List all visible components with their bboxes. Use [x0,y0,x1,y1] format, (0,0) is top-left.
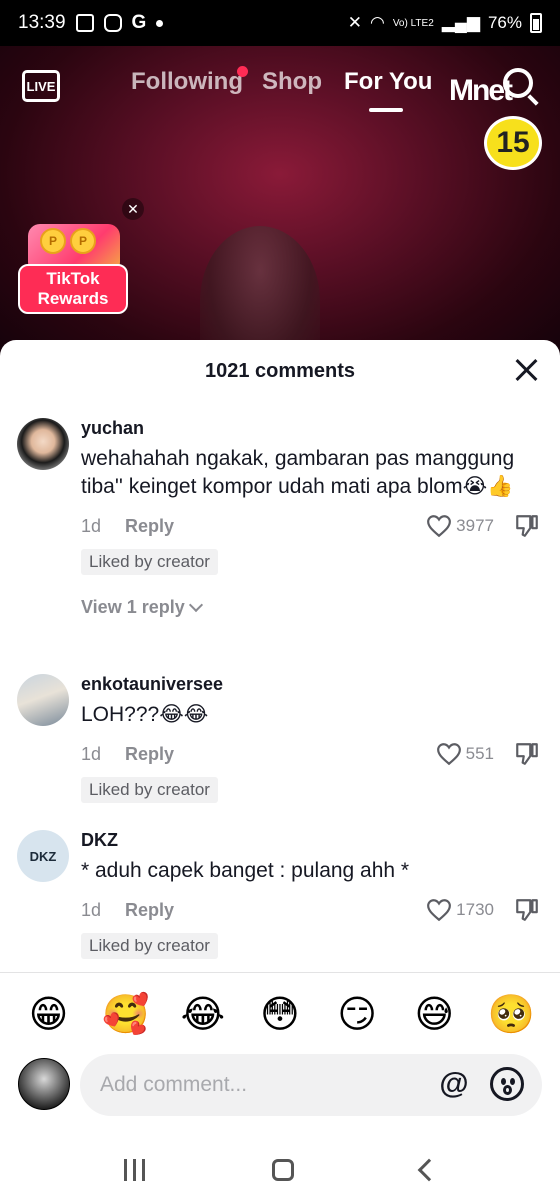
emoji-mouth [503,1085,512,1095]
battery-label: 76% [487,13,522,32]
quick-emoji-row: 😁 🥰 😂 😳 😏 😅 🥺 [0,990,560,1040]
emoji-eye [510,1078,515,1085]
close-rewards-icon[interactable]: ✕ [122,198,144,220]
comment-body: yuchan wehahahah ngakak, gambaran pas ma… [81,418,540,618]
instagram-icon [103,14,122,32]
like-count: 551 [465,744,494,763]
tab-shop[interactable]: Shop [262,68,322,96]
emoji-button[interactable]: 😂 [176,990,230,1040]
comment-time: 1d [81,743,102,764]
avatar[interactable] [17,418,69,470]
network-label: Vo) LTE2 [392,17,434,29]
status-time: 13:39 [18,12,66,33]
close-icon[interactable] [514,358,538,382]
comment-username[interactable]: yuchan [81,418,540,439]
google-icon: G [131,12,147,33]
emoji-button[interactable]: 🥰 [99,990,153,1040]
status-left: 13:39 G [18,12,164,34]
my-avatar [18,1058,70,1110]
like-count: 1730 [456,900,494,919]
comment-text: LOH???😂😂 [81,703,209,726]
coin-icon: P [70,228,96,254]
heart-icon [427,515,452,538]
heart-icon [427,899,452,922]
emoji-picker-icon[interactable] [490,1067,524,1101]
emoji-button[interactable]: 🥺 [484,990,538,1040]
emoji-button[interactable]: 😏 [330,990,384,1040]
comment-input-row: @ [0,1052,560,1122]
comment-time: 1d [81,515,102,536]
channel-logo: Mnet [449,74,513,107]
comment-username[interactable]: enkotauniversee [81,674,540,695]
comment-meta: 1d Reply 3977 [81,513,540,539]
rewards-label: TikTok Rewards [18,264,128,314]
comments-sheet: 1021 comments yuchan wehahahah ngakak, g… [0,340,560,1200]
comment-meta: 1d Reply 551 [81,741,540,767]
comment-body: enkotauniversee LOH???😂😂 1d Reply 551 Li… [81,674,540,803]
avatar[interactable]: DKZ [17,830,69,882]
comment-text: wehahahah ngakak, gambaran pas manggung … [81,447,515,498]
dislike-icon[interactable] [514,741,540,767]
video-player[interactable]: LIVE Following Shop For You Mnet 15 P P … [0,46,560,376]
tab-for-you[interactable]: For You [344,68,432,96]
emoji-button[interactable]: 😳 [253,990,307,1040]
avatar[interactable] [17,674,69,726]
system-nav-bar [0,1140,560,1200]
comment-meta: 1d Reply 1730 [81,897,540,923]
back-icon[interactable] [417,1158,440,1182]
reply-button[interactable]: Reply [125,744,174,765]
liked-by-creator-badge: Liked by creator [81,777,218,803]
heart-icon [436,743,461,766]
liked-by-creator-badge: Liked by creator [81,933,218,959]
reply-button[interactable]: Reply [125,516,174,537]
battery-icon [530,13,542,33]
mention-icon[interactable]: @ [436,1066,472,1102]
sheet-header: 1021 comments [0,340,560,402]
comment-time: 1d [81,899,102,920]
age-rating-badge: 15 [484,116,542,170]
following-notification-dot [237,66,248,77]
tab-following[interactable]: Following [131,68,243,96]
liked-by-creator-badge: Liked by creator [81,549,218,575]
tiktok-rewards-widget[interactable]: P P TikTok Rewards ✕ [18,198,144,314]
emoji-button[interactable]: 😁 [22,990,76,1040]
notification-dot-icon [156,19,164,27]
emoji-eye [501,1078,506,1085]
chevron-down-icon [188,597,203,613]
active-tab-indicator [369,108,403,112]
wifi-icon: ◠ [369,13,385,32]
reply-button[interactable]: Reply [125,900,174,921]
recents-icon[interactable] [123,1159,145,1181]
search-icon[interactable] [503,68,533,98]
comment-text: * aduh capek banget : pulang ahh * [81,859,410,882]
comment-body: DKZ * aduh capek banget : pulang ahh * 1… [81,830,540,959]
signal-icon: ▂▄▆ [441,13,480,32]
view-replies-button[interactable]: View 1 reply [81,597,540,618]
home-icon[interactable] [271,1159,294,1181]
status-right: ✕ ◠ Vo) LTE2 ▂▄▆ 76% [348,13,542,33]
comment-input[interactable] [80,1054,542,1116]
view-replies-label: View 1 reply [81,597,185,617]
emoji-button[interactable]: 😅 [407,990,461,1040]
comment-username[interactable]: DKZ [81,830,540,851]
dislike-icon[interactable] [514,513,540,539]
live-label: LIVE [26,78,56,94]
dislike-icon[interactable] [514,897,540,923]
live-icon[interactable]: LIVE [22,70,60,102]
gallery-icon [75,14,94,32]
like-button[interactable]: 3977 [426,514,494,538]
like-count: 3977 [456,516,494,535]
avatar-label: DKZ [29,848,57,864]
coin-icon: P [40,228,66,254]
top-nav: LIVE Following Shop For You Mnet [0,66,560,112]
mute-icon: ✕ [347,13,362,32]
divider [0,972,560,973]
status-bar: 13:39 G ✕ ◠ Vo) LTE2 ▂▄▆ 76% [0,0,560,46]
like-button[interactable]: 551 [436,742,494,766]
comments-count-title: 1021 comments [204,359,356,382]
like-button[interactable]: 1730 [426,898,494,922]
